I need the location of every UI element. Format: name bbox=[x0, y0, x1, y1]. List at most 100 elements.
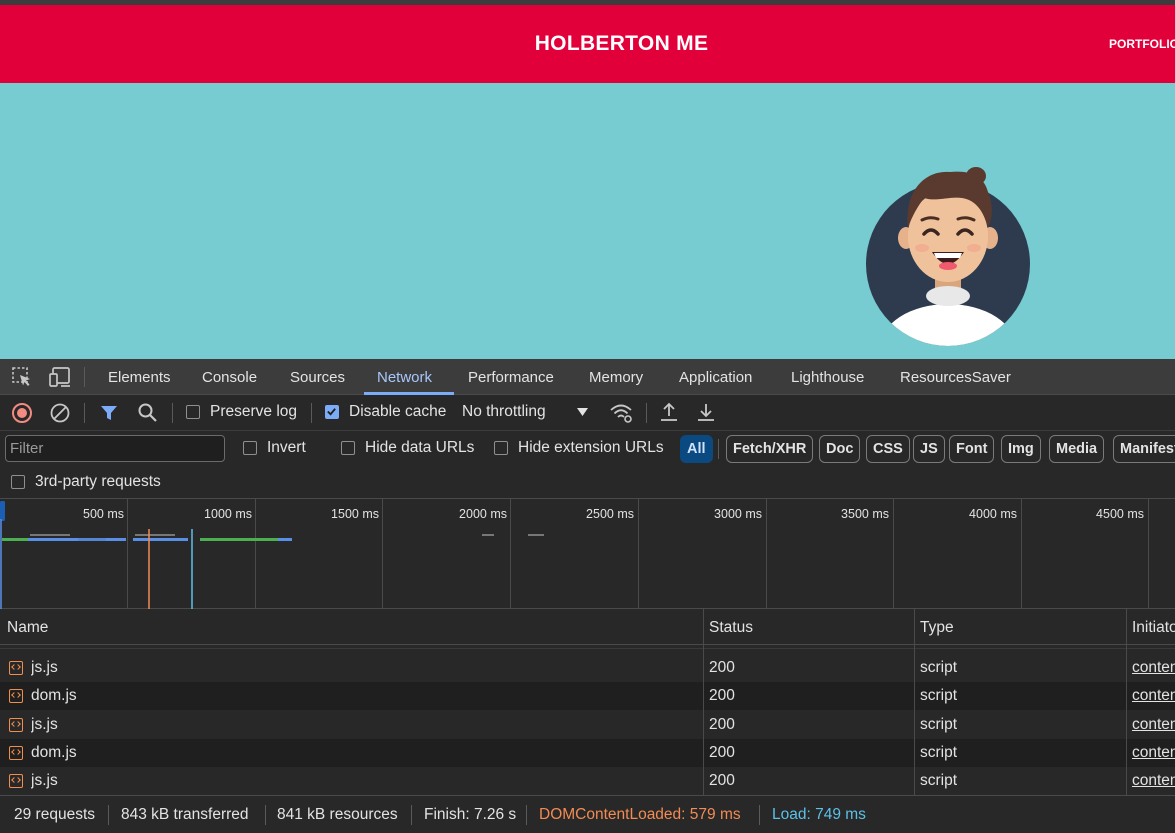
dropdown-arrow-icon[interactable] bbox=[576, 407, 589, 417]
status-separator bbox=[759, 805, 760, 825]
hide-data-urls-label: Hide data URLs bbox=[365, 439, 475, 456]
row-initiator-link[interactable]: content bbox=[1132, 654, 1175, 682]
type-filter-img[interactable]: Img bbox=[1001, 435, 1041, 463]
tick-label: 500 ms bbox=[83, 507, 124, 521]
network-toolbar: Preserve log Disable cache No throttling bbox=[0, 395, 1175, 431]
row-type: script bbox=[920, 744, 958, 761]
domcontentloaded-time: DOMContentLoaded: 579 ms bbox=[539, 806, 741, 823]
site-header: HOLBERTON ME PORTFOLIO bbox=[0, 5, 1175, 83]
checkmark-icon bbox=[327, 408, 336, 416]
tab-console[interactable]: Console bbox=[202, 359, 257, 395]
row-name: dom.js bbox=[31, 744, 77, 761]
requests-table-header: Name Status Type Initiator bbox=[0, 609, 1175, 645]
tab-performance[interactable]: Performance bbox=[468, 359, 554, 395]
tick-label: 1500 ms bbox=[331, 507, 379, 521]
throttling-select[interactable]: No throttling bbox=[462, 403, 546, 421]
row-status: 200 bbox=[709, 772, 735, 789]
row-status: 200 bbox=[709, 744, 735, 761]
script-file-icon bbox=[9, 661, 23, 675]
toolbar-separator bbox=[172, 403, 173, 423]
requests-table-body: js.js 200 script content dom.js 200 scri… bbox=[0, 645, 1175, 795]
type-filter-all[interactable]: All bbox=[680, 435, 713, 463]
search-icon[interactable] bbox=[137, 402, 159, 424]
third-party-bar: 3rd-party requests bbox=[0, 467, 1175, 499]
column-header-name[interactable]: Name bbox=[7, 609, 48, 645]
record-stop-icon[interactable] bbox=[11, 402, 33, 424]
type-filter-css[interactable]: CSS bbox=[866, 435, 910, 463]
table-row[interactable]: dom.js 200 script content bbox=[0, 739, 1175, 767]
device-toolbar-icon[interactable] bbox=[48, 366, 72, 388]
type-filter-fetch-xhr[interactable]: Fetch/XHR bbox=[726, 435, 814, 463]
request-bars bbox=[2, 534, 544, 541]
preserve-log-checkbox[interactable] bbox=[186, 405, 200, 419]
tick-label: 2500 ms bbox=[586, 507, 634, 521]
table-row[interactable]: js.js 200 script content bbox=[0, 654, 1175, 682]
row-initiator-link[interactable]: content bbox=[1132, 682, 1175, 710]
finish-time: Finish: 7.26 s bbox=[424, 806, 517, 823]
type-filter-manifest[interactable]: Manifest bbox=[1113, 435, 1175, 463]
tab-elements[interactable]: Elements bbox=[108, 359, 171, 395]
type-filter-media[interactable]: Media bbox=[1049, 435, 1105, 463]
row-initiator-link[interactable]: content bbox=[1132, 739, 1175, 767]
status-separator bbox=[108, 805, 109, 825]
tab-sources[interactable]: Sources bbox=[290, 359, 345, 395]
timeline-selection-handle[interactable] bbox=[0, 501, 5, 521]
row-status: 200 bbox=[709, 659, 735, 676]
toolbar-separator bbox=[646, 403, 647, 423]
toolbar-separator bbox=[311, 403, 312, 423]
network-conditions-icon[interactable] bbox=[608, 401, 634, 425]
tab-lighthouse[interactable]: Lighthouse bbox=[791, 359, 864, 395]
filter-input[interactable]: Filter bbox=[5, 435, 225, 462]
tab-memory[interactable]: Memory bbox=[589, 359, 643, 395]
disable-cache-checkbox[interactable] bbox=[325, 405, 339, 419]
column-header-initiator[interactable]: Initiator bbox=[1132, 609, 1175, 645]
column-divider[interactable] bbox=[703, 609, 704, 795]
network-overview-timeline[interactable]: 500 ms 1000 ms 1500 ms 2000 ms 2500 ms 3… bbox=[0, 499, 1175, 609]
tab-resourcessaver[interactable]: ResourcesSaver bbox=[900, 359, 1011, 395]
inspect-element-icon[interactable] bbox=[11, 366, 33, 388]
hide-extension-urls-checkbox[interactable] bbox=[494, 441, 508, 455]
row-name: js.js bbox=[31, 659, 58, 676]
tick-label: 4500 ms bbox=[1096, 507, 1144, 521]
timeline-ticks: 500 ms 1000 ms 1500 ms 2000 ms 2500 ms 3… bbox=[83, 507, 1144, 521]
third-party-label: 3rd-party requests bbox=[35, 473, 161, 490]
tab-application[interactable]: Application bbox=[679, 359, 752, 395]
table-row[interactable]: js.js 200 script content bbox=[0, 767, 1175, 795]
hide-data-urls-checkbox[interactable] bbox=[341, 441, 355, 455]
column-header-status[interactable]: Status bbox=[709, 609, 753, 645]
script-file-icon bbox=[9, 689, 23, 703]
tab-separator bbox=[84, 367, 85, 387]
row-name: js.js bbox=[31, 716, 58, 733]
filter-icon[interactable] bbox=[99, 403, 119, 423]
status-separator bbox=[526, 805, 527, 825]
script-file-icon bbox=[9, 774, 23, 788]
third-party-checkbox[interactable] bbox=[11, 475, 25, 489]
row-initiator-link[interactable]: content bbox=[1132, 711, 1175, 739]
row-name: js.js bbox=[31, 772, 58, 789]
row-status: 200 bbox=[709, 687, 735, 704]
column-header-type[interactable]: Type bbox=[920, 609, 954, 645]
table-row[interactable]: dom.js 200 script content bbox=[0, 682, 1175, 710]
invert-checkbox[interactable] bbox=[243, 441, 257, 455]
tab-network[interactable]: Network bbox=[377, 359, 432, 395]
row-type: script bbox=[920, 772, 958, 789]
invert-label: Invert bbox=[267, 439, 306, 456]
row-initiator-link[interactable]: content bbox=[1132, 767, 1175, 795]
row-type: script bbox=[920, 716, 958, 733]
resources-size: 841 kB resources bbox=[277, 806, 398, 823]
type-filter-font[interactable]: Font bbox=[949, 435, 995, 463]
type-filter-doc[interactable]: Doc bbox=[819, 435, 861, 463]
nav-portfolio-link[interactable]: PORTFOLIO bbox=[1109, 37, 1175, 51]
requests-count: 29 requests bbox=[14, 806, 95, 823]
import-har-icon[interactable] bbox=[659, 401, 679, 423]
column-divider[interactable] bbox=[1126, 609, 1127, 795]
clear-icon[interactable] bbox=[49, 402, 71, 424]
type-filter-js[interactable]: JS bbox=[913, 435, 945, 463]
load-time: Load: 749 ms bbox=[772, 806, 866, 823]
table-row[interactable]: js.js 200 script content bbox=[0, 711, 1175, 739]
devtools-panel: Elements Console Sources Network Perform… bbox=[0, 359, 1175, 833]
tick-label: 1000 ms bbox=[204, 507, 252, 521]
export-har-icon[interactable] bbox=[696, 401, 716, 423]
preserve-log-label: Preserve log bbox=[210, 403, 298, 420]
column-divider[interactable] bbox=[914, 609, 915, 795]
